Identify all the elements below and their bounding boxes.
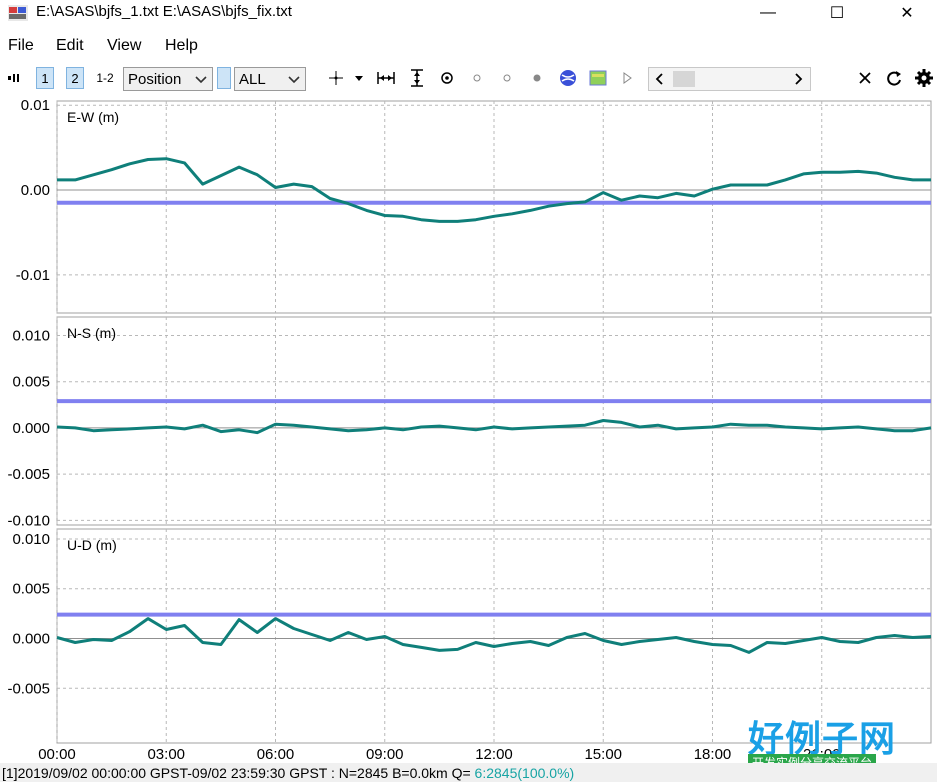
- image-icon[interactable]: [588, 67, 608, 89]
- dot-filled-icon[interactable]: [530, 67, 544, 89]
- close-window-button[interactable]: ✕: [884, 0, 930, 26]
- status-bar: [1]2019/09/02 00:00:00 GPST-09/02 23:59:…: [0, 763, 937, 782]
- y-tick-label: 0.000: [12, 630, 50, 647]
- gear-icon[interactable]: [914, 67, 934, 89]
- fit-vertical-icon[interactable]: [408, 67, 426, 89]
- app-icon: [8, 5, 28, 21]
- plot-type-select[interactable]: Position: [123, 67, 213, 91]
- separator-toggle[interactable]: [217, 67, 231, 89]
- dot-icon[interactable]: [500, 67, 514, 89]
- menu-help[interactable]: Help: [165, 37, 198, 55]
- y-tick-label: 0.010: [12, 531, 50, 548]
- y-tick-label: -0.01: [16, 267, 50, 284]
- sat-select[interactable]: ALL: [234, 67, 306, 91]
- plot1-button[interactable]: 1: [36, 67, 54, 89]
- time-scrollbar[interactable]: [648, 67, 811, 91]
- panel-ylabel: E-W (m): [67, 109, 119, 125]
- y-tick-label: 0.010: [12, 327, 50, 344]
- x-tick-label: 15:00: [584, 746, 622, 763]
- refresh-icon[interactable]: [885, 67, 903, 89]
- close-icon[interactable]: [856, 67, 874, 89]
- dot-icon[interactable]: [470, 67, 484, 89]
- scroll-thumb[interactable]: [673, 71, 695, 87]
- x-tick-label: 09:00: [366, 746, 404, 763]
- menu-bar: File Edit View Help: [0, 35, 937, 59]
- status-quality: 6:2845(100.0%): [470, 765, 575, 781]
- menu-view[interactable]: View: [107, 37, 141, 55]
- dropdown-arrow-icon[interactable]: [353, 67, 365, 89]
- fit-horizontal-icon[interactable]: [376, 67, 396, 89]
- position-plot[interactable]: 0.01 0.00 -0.01 E-W (m) 0.010 0.005 0.000 -0.00…: [0, 97, 937, 763]
- scroll-left-icon[interactable]: [653, 72, 667, 86]
- scroll-right-icon[interactable]: [791, 72, 805, 86]
- panel-ylabel: U-D (m): [67, 537, 117, 553]
- y-tick-label: 0.005: [12, 581, 50, 598]
- x-tick-label: 03:00: [147, 746, 185, 763]
- plot2-button[interactable]: 2: [66, 67, 84, 89]
- status-summary: [1]2019/09/02 00:00:00 GPST-09/02 23:59:…: [2, 765, 471, 781]
- chevron-down-icon: [195, 76, 207, 84]
- y-tick-label: 0.005: [12, 374, 50, 391]
- y-tick-label: 0.00: [21, 182, 50, 199]
- window-title: E:\ASAS\bjfs_1.txt E:\ASAS\bjfs_fix.txt: [36, 3, 292, 20]
- sat-select-value: ALL: [239, 70, 266, 88]
- y-tick-label: -0.005: [7, 680, 50, 697]
- x-tick-label: 06:00: [257, 746, 295, 763]
- plot-type-value: Position: [128, 70, 182, 88]
- menu-file[interactable]: File: [8, 37, 34, 55]
- toolbar: 1 2 1-2 Position ALL: [0, 64, 937, 94]
- y-tick-label: 0.000: [12, 420, 50, 437]
- maximize-button[interactable]: ☐: [814, 0, 860, 26]
- x-tick-label: 00:00: [38, 746, 76, 763]
- globe-icon[interactable]: [558, 67, 578, 89]
- play-icon[interactable]: [620, 67, 634, 89]
- x-tick-label: 18:00: [694, 746, 732, 763]
- menu-edit[interactable]: Edit: [56, 37, 84, 55]
- connect-icon[interactable]: [6, 67, 24, 89]
- y-tick-label: -0.010: [7, 512, 50, 529]
- panel-ylabel: N-S (m): [67, 325, 116, 341]
- chevron-down-icon: [288, 76, 300, 84]
- crosshair-icon[interactable]: [327, 67, 345, 89]
- minimize-button[interactable]: —: [745, 0, 791, 26]
- x-tick-label: 12:00: [475, 746, 513, 763]
- center-icon[interactable]: [439, 67, 455, 89]
- title-bar: E:\ASAS\bjfs_1.txt E:\ASAS\bjfs_fix.txt …: [0, 0, 937, 26]
- y-tick-label: 0.01: [21, 97, 50, 114]
- y-tick-label: -0.005: [7, 466, 50, 483]
- plot12-button[interactable]: 1-2: [94, 67, 116, 89]
